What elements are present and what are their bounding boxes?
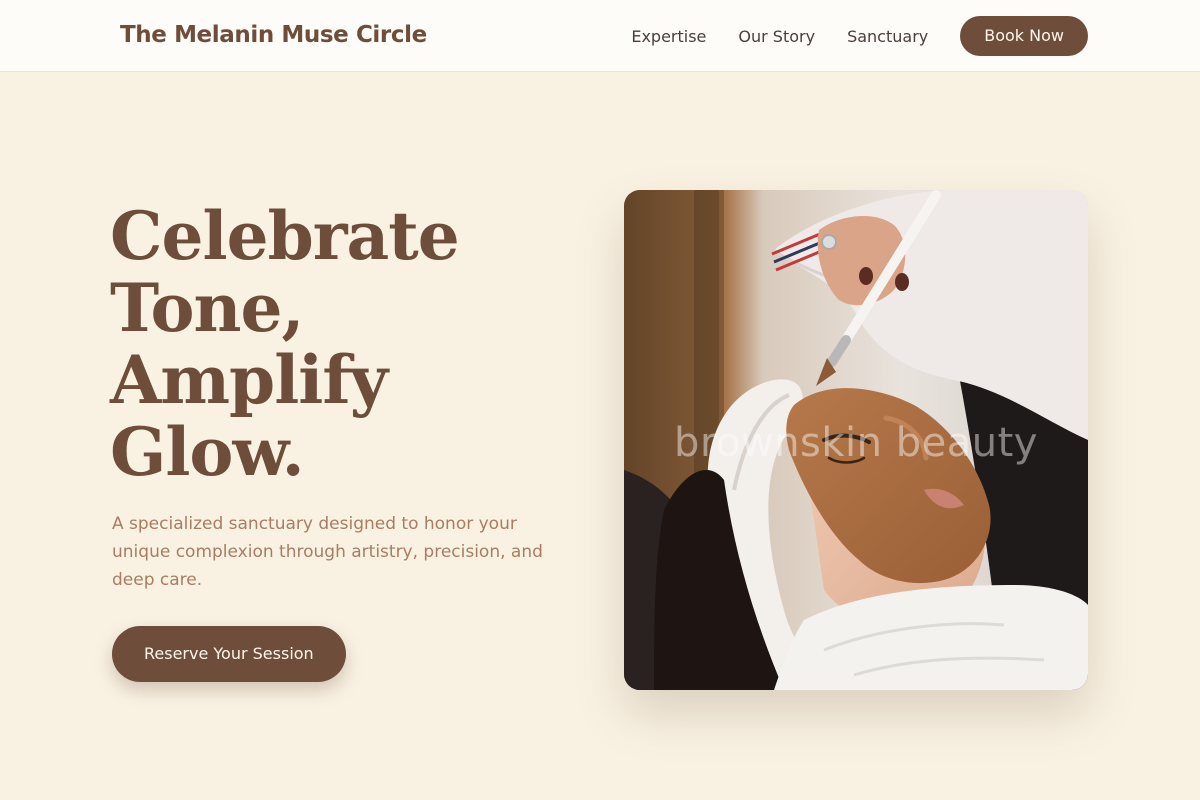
headline-line: Tone, <box>110 269 305 347</box>
headline-line: Glow. <box>110 413 305 491</box>
nav-link-our-story[interactable]: Our Story <box>738 27 815 46</box>
site-header: The Melanin Muse Circle Expertise Our St… <box>0 0 1200 72</box>
main-nav: Expertise Our Story Sanctuary Book Now <box>631 16 1088 56</box>
brand-logo[interactable]: The Melanin Muse Circle <box>120 20 427 50</box>
hero-subtext: A specialized sanctuary designed to hono… <box>112 514 543 590</box>
hero-headline: Celebrate Tone, Amplify Glow. <box>110 197 460 491</box>
reserve-session-button[interactable]: Reserve Your Session <box>112 626 346 682</box>
nav-link-expertise[interactable]: Expertise <box>631 27 706 46</box>
headline-line: Celebrate <box>110 197 460 275</box>
hero-image: brownskin beauty <box>624 190 1088 690</box>
book-now-button[interactable]: Book Now <box>960 16 1088 56</box>
facial-treatment-illustration <box>624 190 1088 690</box>
nav-link-sanctuary[interactable]: Sanctuary <box>847 27 928 46</box>
headline-line: Amplify <box>110 341 388 419</box>
